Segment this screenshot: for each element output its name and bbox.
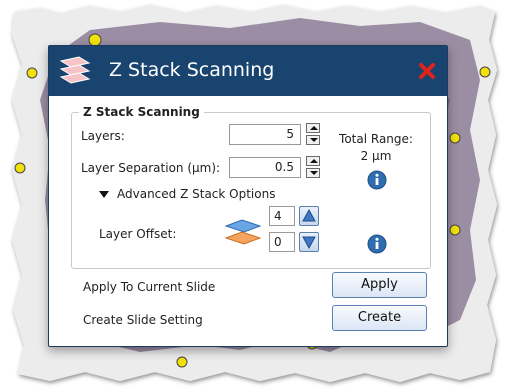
layers-spinner[interactable] bbox=[306, 123, 320, 145]
layer-stack-icon bbox=[224, 219, 262, 245]
arrow-down-icon bbox=[310, 138, 318, 142]
dialog-title: Z Stack Scanning bbox=[109, 59, 275, 81]
layers-label: Layers: bbox=[81, 129, 125, 143]
layer-offset-label: Layer Offset: bbox=[99, 227, 177, 241]
apply-description: Apply To Current Slide bbox=[83, 280, 216, 294]
expand-caret-icon bbox=[99, 191, 109, 198]
z-stack-layers-icon bbox=[59, 56, 91, 84]
offset-info-icon[interactable] bbox=[367, 234, 387, 254]
z-stack-dialog: Z Stack Scanning Z Stack Scanning Layers… bbox=[48, 45, 448, 347]
arrow-down-icon bbox=[310, 171, 318, 175]
separation-increment-button[interactable] bbox=[306, 156, 320, 166]
layer-separation-label: Layer Separation (µm): bbox=[81, 161, 221, 175]
triangle-up-icon bbox=[302, 208, 316, 222]
create-button[interactable]: Create bbox=[332, 305, 427, 331]
separation-decrement-button[interactable] bbox=[306, 168, 320, 178]
layer-separation-input[interactable]: 0.5 bbox=[229, 157, 301, 178]
triangle-down-icon bbox=[302, 236, 316, 250]
group-title: Z Stack Scanning bbox=[79, 105, 204, 119]
apply-button[interactable]: Apply bbox=[332, 272, 427, 298]
total-range-value: 2 µm bbox=[360, 149, 392, 163]
arrow-up-icon bbox=[310, 126, 318, 130]
advanced-options-label: Advanced Z Stack Options bbox=[117, 187, 276, 201]
layers-decrement-button[interactable] bbox=[306, 135, 320, 145]
total-range-label: Total Range: bbox=[339, 132, 413, 146]
dialog-titlebar: Z Stack Scanning bbox=[49, 46, 447, 96]
arrow-up-icon bbox=[310, 159, 318, 163]
offset-down-button[interactable] bbox=[299, 232, 319, 252]
offset-down-value[interactable]: 0 bbox=[269, 232, 295, 252]
create-description: Create Slide Setting bbox=[83, 313, 203, 327]
layers-increment-button[interactable] bbox=[306, 123, 320, 133]
offset-up-value[interactable]: 4 bbox=[269, 206, 295, 226]
info-icon[interactable] bbox=[367, 170, 387, 190]
layer-separation-spinner[interactable] bbox=[306, 156, 320, 178]
close-icon[interactable] bbox=[417, 61, 437, 81]
advanced-options-toggle[interactable]: Advanced Z Stack Options bbox=[99, 187, 275, 201]
offset-up-button[interactable] bbox=[299, 206, 319, 226]
layers-input[interactable]: 5 bbox=[229, 124, 301, 145]
